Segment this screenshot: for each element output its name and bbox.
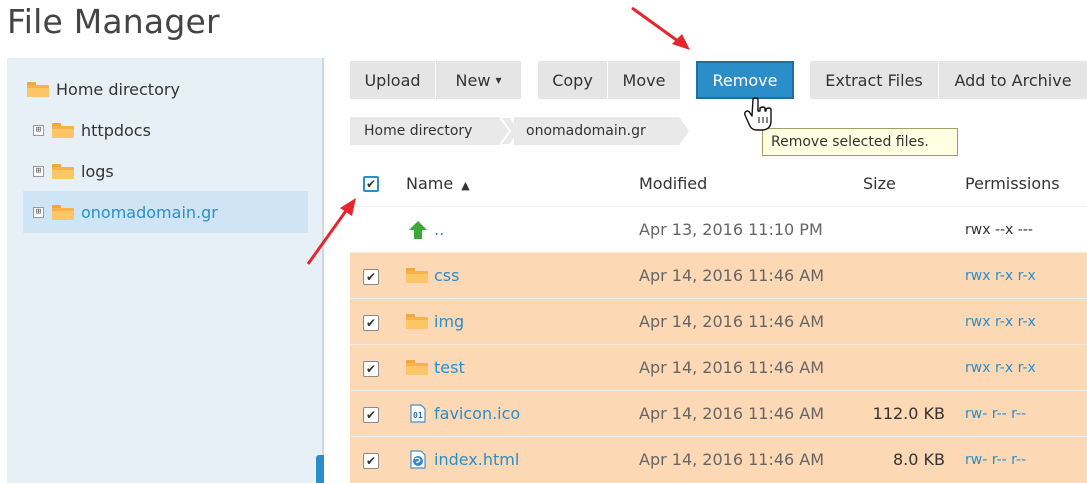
red-arrow-icon xyxy=(631,6,690,50)
red-arrow-icon xyxy=(306,198,356,265)
permissions-link[interactable]: rwx r-x r-x xyxy=(965,314,1036,330)
tree-item-label: logs xyxy=(81,161,114,181)
permissions-link[interactable]: rw- r-- r-- xyxy=(965,452,1026,468)
modified-date: Apr 14, 2016 11:46 AM xyxy=(639,266,825,285)
modified-date: Apr 13, 2016 11:10 PM xyxy=(639,220,823,239)
column-header-size[interactable]: Size xyxy=(863,174,896,193)
binary-file-icon: 01 xyxy=(410,404,426,423)
tree-item-httpdocs[interactable]: ⊞ httpdocs xyxy=(33,115,151,145)
column-header-modified[interactable]: Modified xyxy=(639,174,707,193)
tree-item-onomadomain[interactable]: ⊞ onomadomain.gr xyxy=(23,191,308,233)
permissions-link[interactable]: rwx r-x r-x xyxy=(965,268,1036,284)
modified-date: Apr 14, 2016 11:46 AM xyxy=(639,450,825,469)
tree-item-label: onomadomain.gr xyxy=(81,202,218,222)
row-checkbox[interactable]: ✔ xyxy=(363,453,379,469)
folder-icon xyxy=(406,314,428,329)
table-row[interactable]: ✔ index.html Apr 14, 2016 11:46 AM 8.0 K… xyxy=(350,437,1087,483)
add-to-archive-button[interactable]: Add to Archive xyxy=(939,61,1087,99)
file-name-link[interactable]: index.html xyxy=(434,450,519,469)
column-header-name[interactable]: Name ▲ xyxy=(406,174,470,193)
folder-icon xyxy=(52,204,74,220)
permissions-link[interactable]: rw- r-- r-- xyxy=(965,406,1026,422)
expand-icon[interactable]: ⊞ xyxy=(33,206,44,218)
extract-files-button[interactable]: Extract Files xyxy=(810,61,938,99)
modified-date: Apr 14, 2016 11:46 AM xyxy=(639,404,825,423)
sidebar-scrollbar[interactable] xyxy=(316,455,324,483)
caret-down-icon: ▾ xyxy=(495,73,502,87)
table-header-row: ✔ Name ▲ Modified Size Permissions xyxy=(350,161,1087,207)
folder-icon xyxy=(406,360,428,375)
file-name-link[interactable]: .. xyxy=(434,220,444,239)
sidebar-divider xyxy=(322,58,324,483)
row-checkbox[interactable]: ✔ xyxy=(363,361,379,377)
remove-tooltip: Remove selected files. xyxy=(762,128,958,156)
hand-cursor-icon xyxy=(744,97,772,131)
expand-icon[interactable]: ⊞ xyxy=(33,165,44,177)
breadcrumb-item-home[interactable]: Home directory xyxy=(350,117,510,145)
folder-icon xyxy=(52,122,74,138)
tree-item-label: Home directory xyxy=(56,79,180,99)
file-name-link[interactable]: test xyxy=(434,358,465,377)
tree-item-home-directory[interactable]: Home directory xyxy=(27,74,180,104)
table-row[interactable]: ✔ 01 favicon.ico Apr 14, 2016 11:46 AM 1… xyxy=(350,391,1087,437)
svg-text:01: 01 xyxy=(413,411,423,420)
folder-icon xyxy=(406,268,428,283)
row-checkbox[interactable]: ✔ xyxy=(363,407,379,423)
copy-button[interactable]: Copy xyxy=(538,61,607,99)
new-button-label: New xyxy=(455,70,491,90)
row-checkbox[interactable]: ✔ xyxy=(363,269,379,285)
html-file-icon xyxy=(410,450,426,469)
page-title: File Manager xyxy=(7,2,220,41)
table-row[interactable]: ✔ img Apr 14, 2016 11:46 AM rwx r-x r-x xyxy=(350,299,1087,345)
file-size: 8.0 KB xyxy=(893,450,945,469)
move-button[interactable]: Move xyxy=(608,61,680,99)
table-row[interactable]: ✔ test Apr 14, 2016 11:46 AM rwx r-x r-x xyxy=(350,345,1087,391)
tree-item-logs[interactable]: ⊞ logs xyxy=(33,156,114,186)
breadcrumb-item-current[interactable]: onomadomain.gr xyxy=(514,117,678,145)
folder-icon xyxy=(52,163,74,179)
table-row[interactable]: .. Apr 13, 2016 11:10 PM rwx --x --- xyxy=(350,207,1087,253)
row-checkbox[interactable]: ✔ xyxy=(363,315,379,331)
expand-icon[interactable]: ⊞ xyxy=(33,124,44,136)
column-header-permissions[interactable]: Permissions xyxy=(965,174,1060,193)
breadcrumb-end-icon xyxy=(677,117,689,145)
file-size: 112.0 KB xyxy=(872,404,945,423)
permissions-link[interactable]: rwx --x --- xyxy=(965,222,1033,238)
upload-button[interactable]: Upload xyxy=(350,61,435,99)
file-name-link[interactable]: css xyxy=(434,266,459,285)
up-arrow-icon xyxy=(409,221,427,239)
new-button[interactable]: New ▾ xyxy=(436,61,521,99)
folder-icon xyxy=(27,81,49,97)
sort-ascending-icon: ▲ xyxy=(461,179,470,192)
modified-date: Apr 14, 2016 11:46 AM xyxy=(639,358,825,377)
permissions-link[interactable]: rwx r-x r-x xyxy=(965,360,1036,376)
modified-date: Apr 14, 2016 11:46 AM xyxy=(639,312,825,331)
file-name-link[interactable]: favicon.ico xyxy=(434,404,520,423)
table-row[interactable]: ✔ css Apr 14, 2016 11:46 AM rwx r-x r-x xyxy=(350,253,1087,299)
remove-button[interactable]: Remove xyxy=(696,61,794,99)
tree-item-label: httpdocs xyxy=(81,120,151,140)
file-name-link[interactable]: img xyxy=(434,312,464,331)
